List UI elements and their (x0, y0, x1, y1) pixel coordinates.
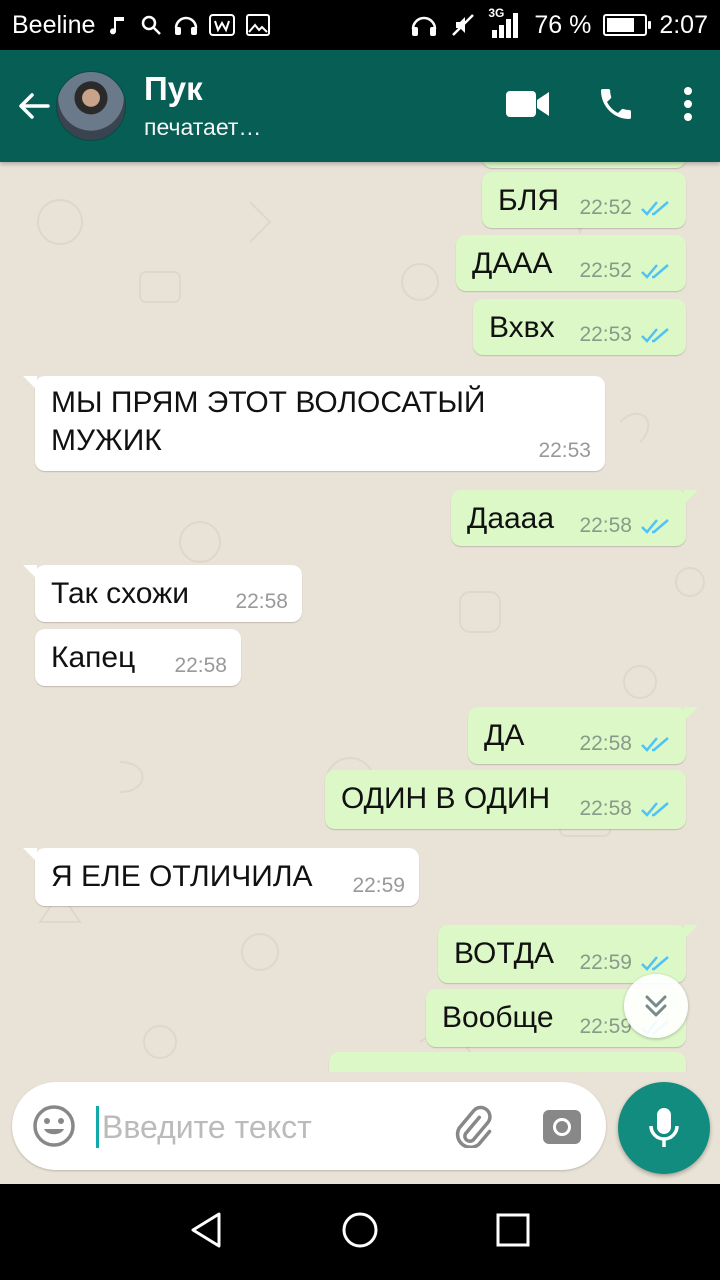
read-ticks-icon (641, 264, 669, 279)
nav-recents-button[interactable] (493, 1210, 533, 1255)
message-text: ОДИН В ОДИН (341, 782, 551, 815)
chat-header: Пук печатает… (0, 50, 720, 162)
message-time: 22:58 (174, 654, 227, 677)
network-type-label: 3G (488, 6, 505, 20)
message-time: 22:52 (579, 196, 632, 219)
message-text: БЛЯ (498, 184, 560, 217)
read-ticks-icon (641, 201, 669, 216)
message-list[interactable]: БЛЯ 22:52 ДААА 22:52 Вхвх 22:53 МЫ ПРЯМ … (0, 162, 720, 1072)
composer-pill (12, 1082, 606, 1170)
status-bar: Beeline 3G 76 % 2:07 (0, 0, 720, 50)
read-ticks-icon (641, 956, 669, 971)
system-nav-bar (0, 1184, 720, 1280)
message-text: Даааа (467, 502, 555, 535)
message-time: 22:53 (538, 439, 591, 462)
camera-icon (543, 1110, 581, 1144)
message-bubble[interactable]: ДА 22:58 (468, 707, 698, 764)
contact-status: печатает… (144, 114, 262, 140)
camera-button[interactable] (540, 1104, 584, 1153)
headphones-icon (410, 12, 438, 38)
carrier-label: Beeline (12, 10, 96, 39)
emoji-button[interactable] (32, 1104, 76, 1153)
message-time: 22:52 (579, 259, 632, 282)
composer-bar (0, 1072, 720, 1184)
more-vert-icon (684, 86, 692, 121)
nav-recents-icon (496, 1213, 530, 1246)
message-bubble[interactable]: МЫ ПРЯМ ЭТОТ ВОЛОСАТЫЙ МУЖИК 22:53 (23, 376, 605, 471)
message-bubble-partial (482, 162, 686, 168)
message-text-line: МЫ ПРЯМ ЭТОТ ВОЛОСАТЫЙ (51, 386, 486, 419)
message-time: 22:58 (235, 590, 288, 613)
back-button[interactable] (12, 76, 56, 136)
message-bubble[interactable]: ОДИН В ОДИН 22:58 (325, 770, 686, 829)
message-time: 22:59 (579, 951, 632, 974)
app-w-icon (209, 13, 236, 37)
message-bubble[interactable]: ДААА 22:52 (456, 235, 686, 291)
message-bubble[interactable]: Даааа 22:58 (451, 490, 698, 546)
nav-home-button[interactable] (340, 1210, 380, 1255)
contact-info[interactable]: Пук печатает… (144, 70, 261, 142)
attach-button[interactable] (450, 1104, 494, 1153)
scroll-down-icon (645, 995, 667, 1017)
message-time: 22:58 (579, 797, 632, 820)
read-ticks-icon (641, 328, 669, 343)
message-bubble[interactable]: Так схожи 22:58 (23, 565, 302, 622)
nav-back-icon (191, 1212, 221, 1247)
message-time: 22:58 (579, 732, 632, 755)
message-time: 22:59 (579, 1015, 632, 1038)
mute-icon (450, 12, 476, 38)
emoji-icon (33, 1105, 75, 1147)
message-bubble[interactable]: Капец 22:58 (35, 629, 241, 686)
gallery-icon (245, 13, 271, 37)
text-caret (96, 1106, 99, 1148)
scroll-to-bottom-button[interactable] (624, 974, 688, 1038)
nav-home-icon (342, 1212, 378, 1247)
message-time: 22:58 (579, 514, 632, 537)
battery-icon (603, 14, 652, 36)
avatar[interactable] (56, 71, 126, 141)
message-bubble-partial (329, 1052, 686, 1072)
read-ticks-icon (641, 519, 669, 534)
message-text: Вхвх (489, 311, 555, 344)
message-bubble[interactable]: БЛЯ 22:52 (482, 172, 686, 228)
signal-icon: 3G (488, 6, 522, 38)
message-text: ДААА (472, 247, 553, 280)
clock: 2:07 (659, 10, 708, 39)
video-call-button[interactable] (506, 89, 550, 124)
attach-icon (455, 1105, 492, 1150)
contact-name: Пук (144, 70, 203, 107)
back-arrow-icon (19, 93, 50, 119)
voice-call-button[interactable] (596, 84, 636, 129)
message-text: ДА (484, 719, 525, 752)
message-input[interactable] (100, 1102, 434, 1152)
search-icon (139, 13, 163, 37)
headset-icon (173, 13, 199, 37)
read-ticks-icon (641, 802, 669, 817)
message-text: Вообще (442, 1001, 554, 1034)
music-note-icon (105, 13, 129, 37)
video-call-icon (506, 90, 549, 117)
nav-back-button[interactable] (187, 1210, 227, 1255)
message-text-line: МУЖИК (51, 424, 162, 457)
message-text: Так схожи (51, 577, 189, 610)
mic-icon (649, 1108, 679, 1147)
message-bubble[interactable]: Вхвх 22:53 (473, 299, 686, 355)
message-text: Капец (51, 641, 136, 674)
message-time: 22:53 (579, 323, 632, 346)
message-bubble[interactable]: Я ЕЛЕ ОТЛИЧИЛА 22:59 (23, 848, 419, 906)
voice-record-button[interactable] (618, 1082, 710, 1174)
phone-icon (601, 88, 631, 119)
message-text: МЫ ПРЯМ ЭТОТ ВОЛОСАТЫЙ МУЖИК (51, 384, 485, 460)
read-ticks-icon (641, 737, 669, 752)
battery-percent: 76 % (534, 10, 592, 39)
message-text: ВОТДА (454, 937, 555, 970)
more-options-button[interactable] (682, 86, 694, 127)
message-text: Я ЕЛЕ ОТЛИЧИЛА (51, 860, 313, 893)
message-time: 22:59 (352, 874, 405, 897)
